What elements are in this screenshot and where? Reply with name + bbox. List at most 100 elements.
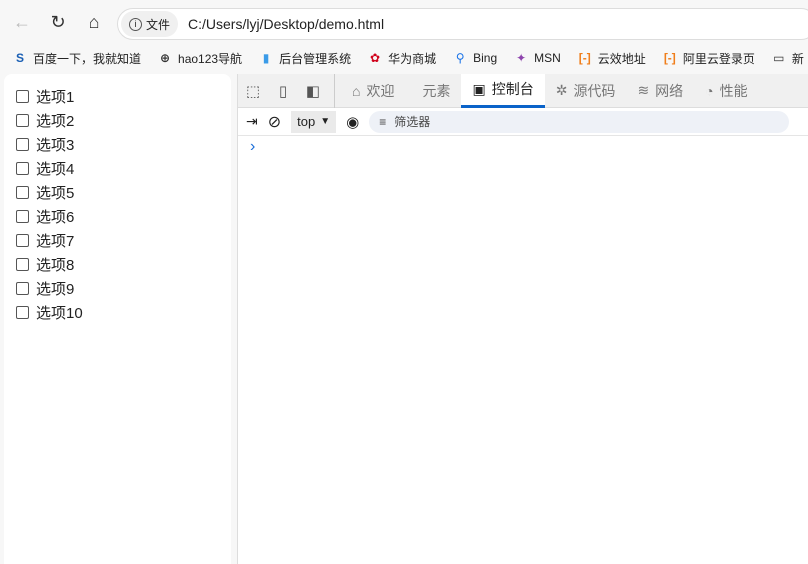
tab-label: 网络 <box>655 82 684 99</box>
option-label: 选项4 <box>36 160 75 178</box>
devtools-tab[interactable]: ✲ 源代码 <box>545 74 627 108</box>
filter-icon: ≡ <box>379 114 387 129</box>
devtools-tab[interactable]: ◔ 性能 <box>694 74 758 108</box>
back-arrow-icon[interactable]: ← <box>4 12 40 33</box>
url-text[interactable]: C:/Users/lyj/Desktop/demo.html <box>188 16 384 32</box>
security-label: 文件 <box>146 17 171 32</box>
device-emulation-icon[interactable]: ▯ <box>268 82 298 100</box>
bookmark-item[interactable]: S 百度一下，我就知道 <box>12 50 141 67</box>
tab-label: 欢迎 <box>366 82 395 99</box>
checkbox[interactable] <box>16 233 29 247</box>
option-label: 选项2 <box>36 112 75 130</box>
checkbox[interactable] <box>16 281 29 295</box>
bookmark-item[interactable]: [-] 阿里云登录页 <box>662 50 755 67</box>
live-expression-eye-icon[interactable]: ◉ <box>346 113 359 131</box>
option-label: 选项10 <box>36 304 83 322</box>
console-toolbar: ⇥ ⊘ top ▼ ◉ ≡ 筛选器 <box>238 108 808 136</box>
tab-icon: ⌂ <box>352 82 361 99</box>
tab-icon: ▣ <box>472 80 486 97</box>
checkbox[interactable] <box>16 113 29 127</box>
tab-label: 源代码 <box>573 82 616 99</box>
chevron-down-icon: ▼ <box>320 116 331 127</box>
bookmark-icon: ⚲ <box>455 51 465 65</box>
home-icon[interactable]: ⌂ <box>76 12 112 33</box>
checkbox[interactable] <box>16 89 29 103</box>
option-label: 选项1 <box>36 88 75 106</box>
reload-icon[interactable]: ↻ <box>40 12 76 33</box>
bookmark-icon: [-] <box>578 51 591 65</box>
bookmark-item[interactable]: [-] 云效地址 <box>577 50 646 67</box>
checkbox[interactable] <box>16 257 29 271</box>
bookmark-item[interactable]: ⊕ hao123导航 <box>157 50 242 67</box>
tab-icon: ≋ <box>637 82 650 98</box>
option-checkbox-item[interactable]: 选项3 <box>16 132 219 156</box>
console-prompt[interactable]: › <box>238 136 808 156</box>
bookmark-icon: ▮ <box>262 51 270 65</box>
option-checkbox-item[interactable]: 选项8 <box>16 252 219 276</box>
checkbox[interactable] <box>16 161 29 175</box>
bookmark-item[interactable]: ⚲ Bing <box>452 50 497 66</box>
filter-input[interactable]: ≡ 筛选器 <box>369 110 790 133</box>
checkbox[interactable] <box>16 209 29 223</box>
context-value: top <box>297 114 316 129</box>
bookmark-item[interactable]: ✦ MSN <box>513 50 561 66</box>
tab-icon: ✲ <box>555 82 568 98</box>
option-checkbox-item[interactable]: 选项6 <box>16 204 219 228</box>
option-checkbox-item[interactable]: 选项2 <box>16 108 219 132</box>
address-bar[interactable]: i 文件 C:/Users/lyj/Desktop/demo.html <box>117 8 808 40</box>
checkbox[interactable] <box>16 137 29 151</box>
bookmark-label: 云效地址 <box>597 51 646 66</box>
bookmark-icon: ⊕ <box>159 51 171 65</box>
tab-icon: ◔ <box>705 82 714 99</box>
info-icon: i <box>129 17 142 31</box>
devtools-tabbar: ⬚ ▯ ◧ ⌂ 欢迎 元素 ▣ 控制台 ✲ 源代码 ≋ 网络 ◔ 性能 <box>238 73 808 108</box>
option-checkbox-item[interactable]: 选项4 <box>16 156 219 180</box>
tab-label: 控制台 <box>491 81 534 97</box>
devtools-tab[interactable]: ⌂ 欢迎 <box>341 74 405 108</box>
filter-placeholder: 筛选器 <box>394 115 431 129</box>
devtools-tab[interactable]: 元素 <box>405 74 461 108</box>
option-checkbox-item[interactable]: 选项1 <box>16 84 219 108</box>
devtools-tab[interactable]: ▣ 控制台 <box>461 73 545 108</box>
bookmark-item[interactable]: ▭ 新 <box>771 50 804 67</box>
inspect-icon[interactable]: ⬚ <box>238 82 268 100</box>
option-label: 选项9 <box>36 280 75 298</box>
bookmark-label: hao123导航 <box>178 51 243 66</box>
bookmark-label: 阿里云登录页 <box>682 51 755 66</box>
devtools-panel: ⬚ ▯ ◧ ⌂ 欢迎 元素 ▣ 控制台 ✲ 源代码 ≋ 网络 ◔ 性能 ⇥ ⊘ top ▼ ◉ ≡ 筛选… <box>237 73 808 564</box>
browser-toolbar: ← ↻ ⌂ i 文件 C:/Users/lyj/Desktop/demo.html <box>0 0 808 44</box>
bookmark-label: MSN <box>534 51 561 65</box>
bookmark-icon: ✦ <box>516 51 527 65</box>
sidebar-toggle-icon[interactable]: ⇥ <box>246 113 258 130</box>
option-checkbox-item[interactable]: 选项7 <box>16 228 219 252</box>
divider <box>334 73 335 108</box>
clear-console-icon[interactable]: ⊘ <box>268 112 281 132</box>
checkbox[interactable] <box>16 305 29 319</box>
dock-icon[interactable]: ◧ <box>298 82 328 100</box>
option-checkbox-item[interactable]: 选项9 <box>16 276 219 300</box>
option-checkbox-item[interactable]: 选项10 <box>16 300 219 324</box>
bookmark-label: 新 <box>791 51 804 66</box>
bookmark-label: 华为商城 <box>388 51 437 66</box>
option-label: 选项6 <box>36 208 75 226</box>
option-label: 选项7 <box>36 232 75 250</box>
tab-label: 性能 <box>719 82 748 99</box>
context-selector[interactable]: top ▼ <box>291 110 337 133</box>
option-label: 选项5 <box>36 184 75 202</box>
site-info-button[interactable]: i 文件 <box>121 11 179 37</box>
bookmark-label: 后台管理系统 <box>279 51 352 66</box>
bookmark-item[interactable]: ✿ 华为商城 <box>367 50 436 67</box>
checkbox[interactable] <box>16 185 29 199</box>
bookmarks-bar: S 百度一下，我就知道 ⊕ hao123导航 ▮ 后台管理系统 ✿ 华为商城 ⚲ Bing ✦ MSN… <box>0 44 808 72</box>
bookmark-icon: [-] <box>663 51 676 65</box>
bookmark-icon: ✿ <box>370 51 381 65</box>
tab-label: 元素 <box>422 82 451 99</box>
bookmark-label: Bing <box>473 51 498 65</box>
option-label: 选项8 <box>36 256 75 274</box>
bookmark-item[interactable]: ▮ 后台管理系统 <box>258 50 351 67</box>
option-label: 选项3 <box>36 136 75 154</box>
bookmark-icon: S <box>15 51 24 65</box>
devtools-tab[interactable]: ≋ 网络 <box>626 74 694 108</box>
option-checkbox-item[interactable]: 选项5 <box>16 180 219 204</box>
page-content: 选项1 选项2 选项3 选项4 选项5 选项6 选项7 选项8 选项9 选项10 <box>4 74 231 564</box>
